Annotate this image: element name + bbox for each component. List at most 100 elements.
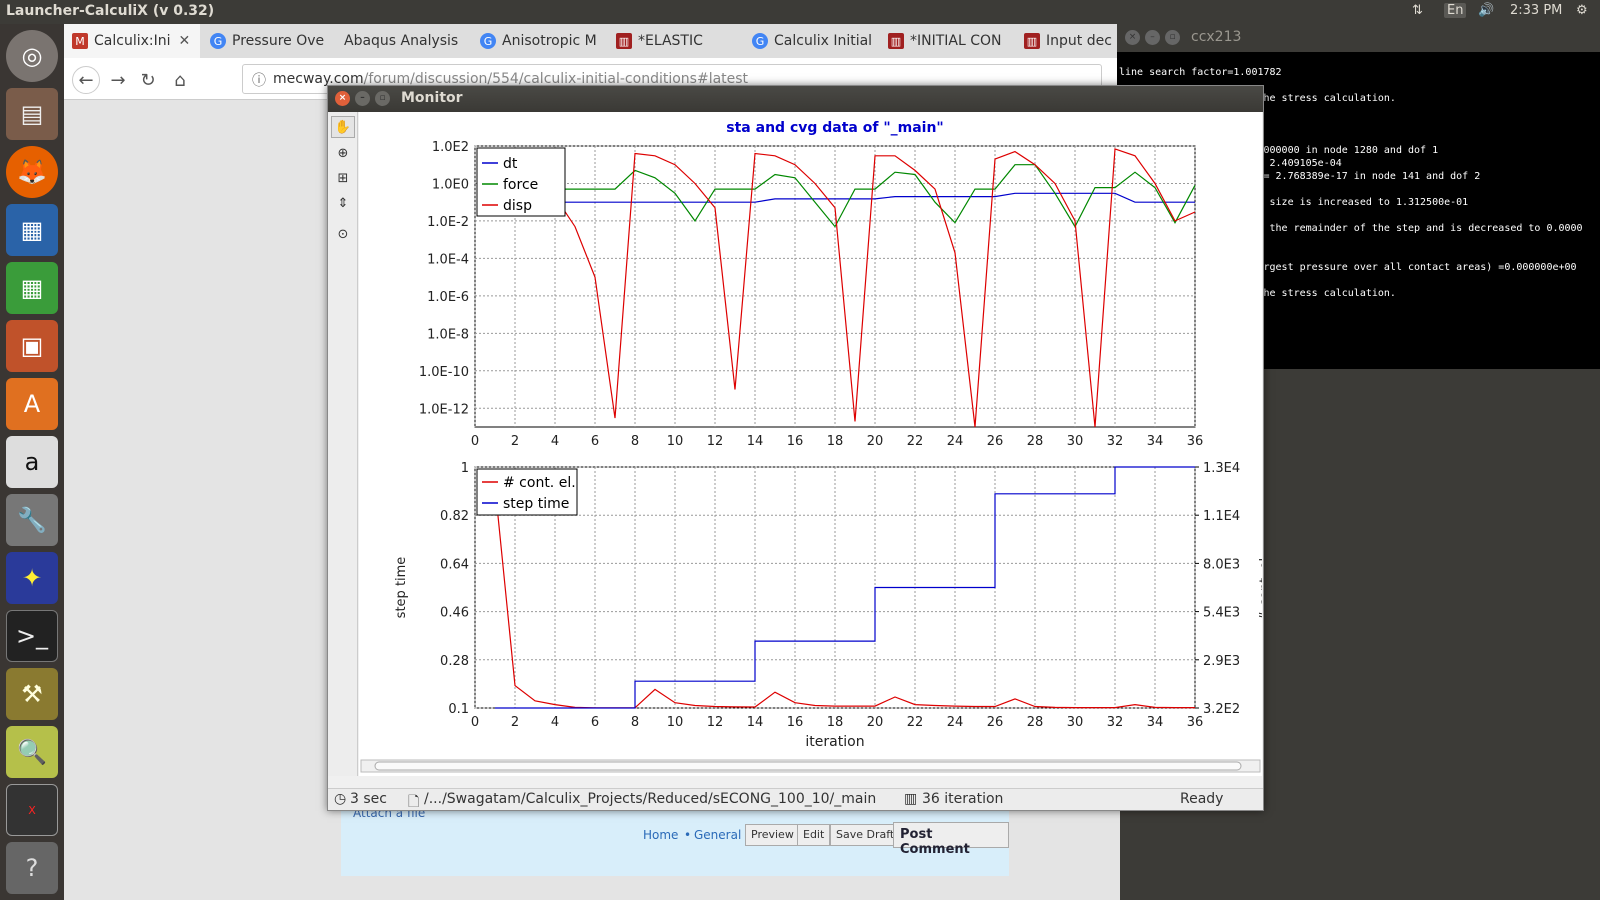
zoom-box-icon[interactable]: ⊞ <box>331 167 355 189</box>
save-draft-button[interactable]: Save Draft <box>830 824 901 846</box>
plot1-x-tick: 2 <box>511 434 519 449</box>
plot2-x-tick: 32 <box>1107 715 1124 730</box>
forward-icon[interactable]: → <box>104 66 132 94</box>
zoom-vertical-icon[interactable]: ⇕ <box>331 192 355 214</box>
app-icon[interactable]: ⚒ <box>6 668 58 720</box>
launcher-calculix-icon[interactable]: ✦ <box>6 552 58 604</box>
firefox-icon[interactable]: 🦊 <box>6 146 58 198</box>
tab-label: *ELASTIC <box>638 33 703 49</box>
pan-hand-icon[interactable]: ✋ <box>331 116 355 138</box>
tab-input-dec[interactable]: ▥ Input dec <box>1016 24 1120 58</box>
file-icon: 🗋 <box>408 794 420 810</box>
files-icon[interactable]: ▤ <box>6 88 58 140</box>
zoom-icon[interactable]: ⊕ <box>331 142 355 164</box>
plot1-y-tick: 1.0E2 <box>432 140 469 155</box>
plot2-legend-label: step time <box>503 496 569 512</box>
status-bar: ◷ 3 sec 🗋 /.../Swagatam/Calculix_Project… <box>328 788 1263 810</box>
terminal-line: line search factor=1.001782 <box>1119 67 1282 78</box>
plot1-legend-label: force <box>503 177 538 193</box>
chart-title: sta and cvg data of "_main" <box>726 120 943 136</box>
back-icon[interactable]: ← <box>72 66 100 94</box>
close-icon[interactable]: × <box>1125 30 1140 45</box>
network-icon[interactable]: ⇅ <box>1412 3 1423 18</box>
tab-strip: M Calculix:Ini ✕ G Pressure Ove Abaqus Anal… <box>64 24 1120 58</box>
monitor-titlebar: × – ▫ Monitor <box>328 86 1263 112</box>
plot2-x-tick: 4 <box>551 715 559 730</box>
system-settings-icon[interactable]: 🔧 <box>6 494 58 546</box>
tab-anisotropic[interactable]: G Anisotropic M <box>472 24 606 58</box>
minimize-icon[interactable]: – <box>355 91 370 106</box>
post-comment-button[interactable]: Post Comment <box>893 822 1009 857</box>
monitor-window: × – ▫ Monitor ✋ ⊕ ⊞ ⇕ ⊙ sta and cvg data… <box>327 85 1273 811</box>
maximize-icon[interactable]: ▫ <box>375 91 390 106</box>
plot1-x-tick: 22 <box>907 434 924 449</box>
plot1-x-tick: 18 <box>827 434 844 449</box>
tab-elastic[interactable]: ▥ *ELASTIC <box>608 24 742 58</box>
plot2-x-tick: 28 <box>1027 715 1044 730</box>
plot2-x-label: iteration <box>805 734 864 750</box>
crumb-home[interactable]: Home <box>643 828 678 842</box>
search-app-icon[interactable]: 🔍 <box>6 726 58 778</box>
iteration-count: 36 iteration <box>922 791 1004 807</box>
active-window-title: Launcher-CalculiX (v 0.32) <box>6 3 215 19</box>
scrollbar-thumb[interactable] <box>374 761 1242 771</box>
clock-icon: ◷ <box>334 791 347 807</box>
tab-calculix-initial[interactable]: G Calculix Initial <box>744 24 878 58</box>
plot2-y-label: step time <box>394 557 409 619</box>
maximize-icon[interactable]: ▫ <box>1165 30 1180 45</box>
plot1-x-tick: 36 <box>1187 434 1204 449</box>
writer-icon[interactable]: ▦ <box>6 204 58 256</box>
plot1-x-tick: 4 <box>551 434 559 449</box>
help-icon[interactable]: ? <box>6 842 58 894</box>
plot2-y-tick: 0.64 <box>440 557 469 572</box>
plot1-x-tick: 16 <box>787 434 804 449</box>
zoom-fit-icon[interactable]: ⊙ <box>331 223 355 245</box>
edit-button[interactable]: Edit <box>797 824 831 846</box>
plot2-x-tick: 30 <box>1067 715 1084 730</box>
plot2-x-tick: 34 <box>1147 715 1164 730</box>
plot1-x-tick: 10 <box>667 434 684 449</box>
reload-icon[interactable]: ↻ <box>134 66 162 94</box>
doc-favicon-icon: ▥ <box>616 33 632 49</box>
close-icon[interactable]: × <box>335 91 350 106</box>
preview-button[interactable]: Preview <box>745 824 800 846</box>
software-center-icon[interactable]: A <box>6 378 58 430</box>
plot2-y-tick: 0.46 <box>440 606 469 621</box>
tab-abaqus[interactable]: Abaqus Analysis <box>336 24 470 58</box>
amazon-icon[interactable]: a <box>6 436 58 488</box>
tab-initial-con[interactable]: ▥ *INITIAL CON <box>880 24 1014 58</box>
comment-box: Attach a file Home • General Preview Edi… <box>341 806 1009 876</box>
unity-launcher: ◎ ▤ 🦊 ▦ ▦ ▣ A a 🔧 ✦ >_ ⚒ 🔍 X ? <box>0 24 64 900</box>
crumb-general[interactable]: General <box>694 828 741 842</box>
keyboard-language-indicator[interactable]: En <box>1444 3 1467 18</box>
plot1-x-tick: 12 <box>707 434 724 449</box>
impress-icon[interactable]: ▣ <box>6 320 58 372</box>
plot2-x-tick: 18 <box>827 715 844 730</box>
minimize-icon[interactable]: – <box>1145 30 1160 45</box>
dash-icon[interactable]: ◎ <box>6 30 58 82</box>
terminal-title: ccx213 <box>1191 29 1242 45</box>
home-icon[interactable]: ⌂ <box>166 66 194 94</box>
terminal-icon[interactable]: >_ <box>6 610 58 662</box>
google-icon: G <box>210 33 226 49</box>
close-tab-icon[interactable]: ✕ <box>179 33 191 49</box>
calc-icon[interactable]: ▦ <box>6 262 58 314</box>
clock[interactable]: 2:33 PM <box>1510 3 1562 18</box>
plot1-x-tick: 8 <box>631 434 639 449</box>
crumb-separator: • <box>684 828 692 842</box>
volume-icon[interactable]: 🔊 <box>1478 3 1494 18</box>
tab-label: *INITIAL CON <box>910 33 1002 49</box>
settings-gear-icon[interactable]: ⚙ <box>1576 3 1588 18</box>
plot1-y-tick: 1.0E-6 <box>427 290 469 305</box>
plot2-y2-label: # cont. el. <box>1258 554 1262 621</box>
tab-calculix[interactable]: M Calculix:Ini ✕ <box>64 24 200 58</box>
plot2-x-tick: 36 <box>1187 715 1204 730</box>
plot1-x-tick: 20 <box>867 434 884 449</box>
google-icon: G <box>752 33 768 49</box>
plot1-x-tick: 24 <box>947 434 964 449</box>
doc-favicon-icon: ▥ <box>1024 33 1040 49</box>
plot2-x-tick: 6 <box>591 715 599 730</box>
tab-pressure[interactable]: G Pressure Ove <box>202 24 334 58</box>
mecway-favicon-icon: M <box>72 33 88 49</box>
xterm-icon[interactable]: X <box>6 784 58 836</box>
